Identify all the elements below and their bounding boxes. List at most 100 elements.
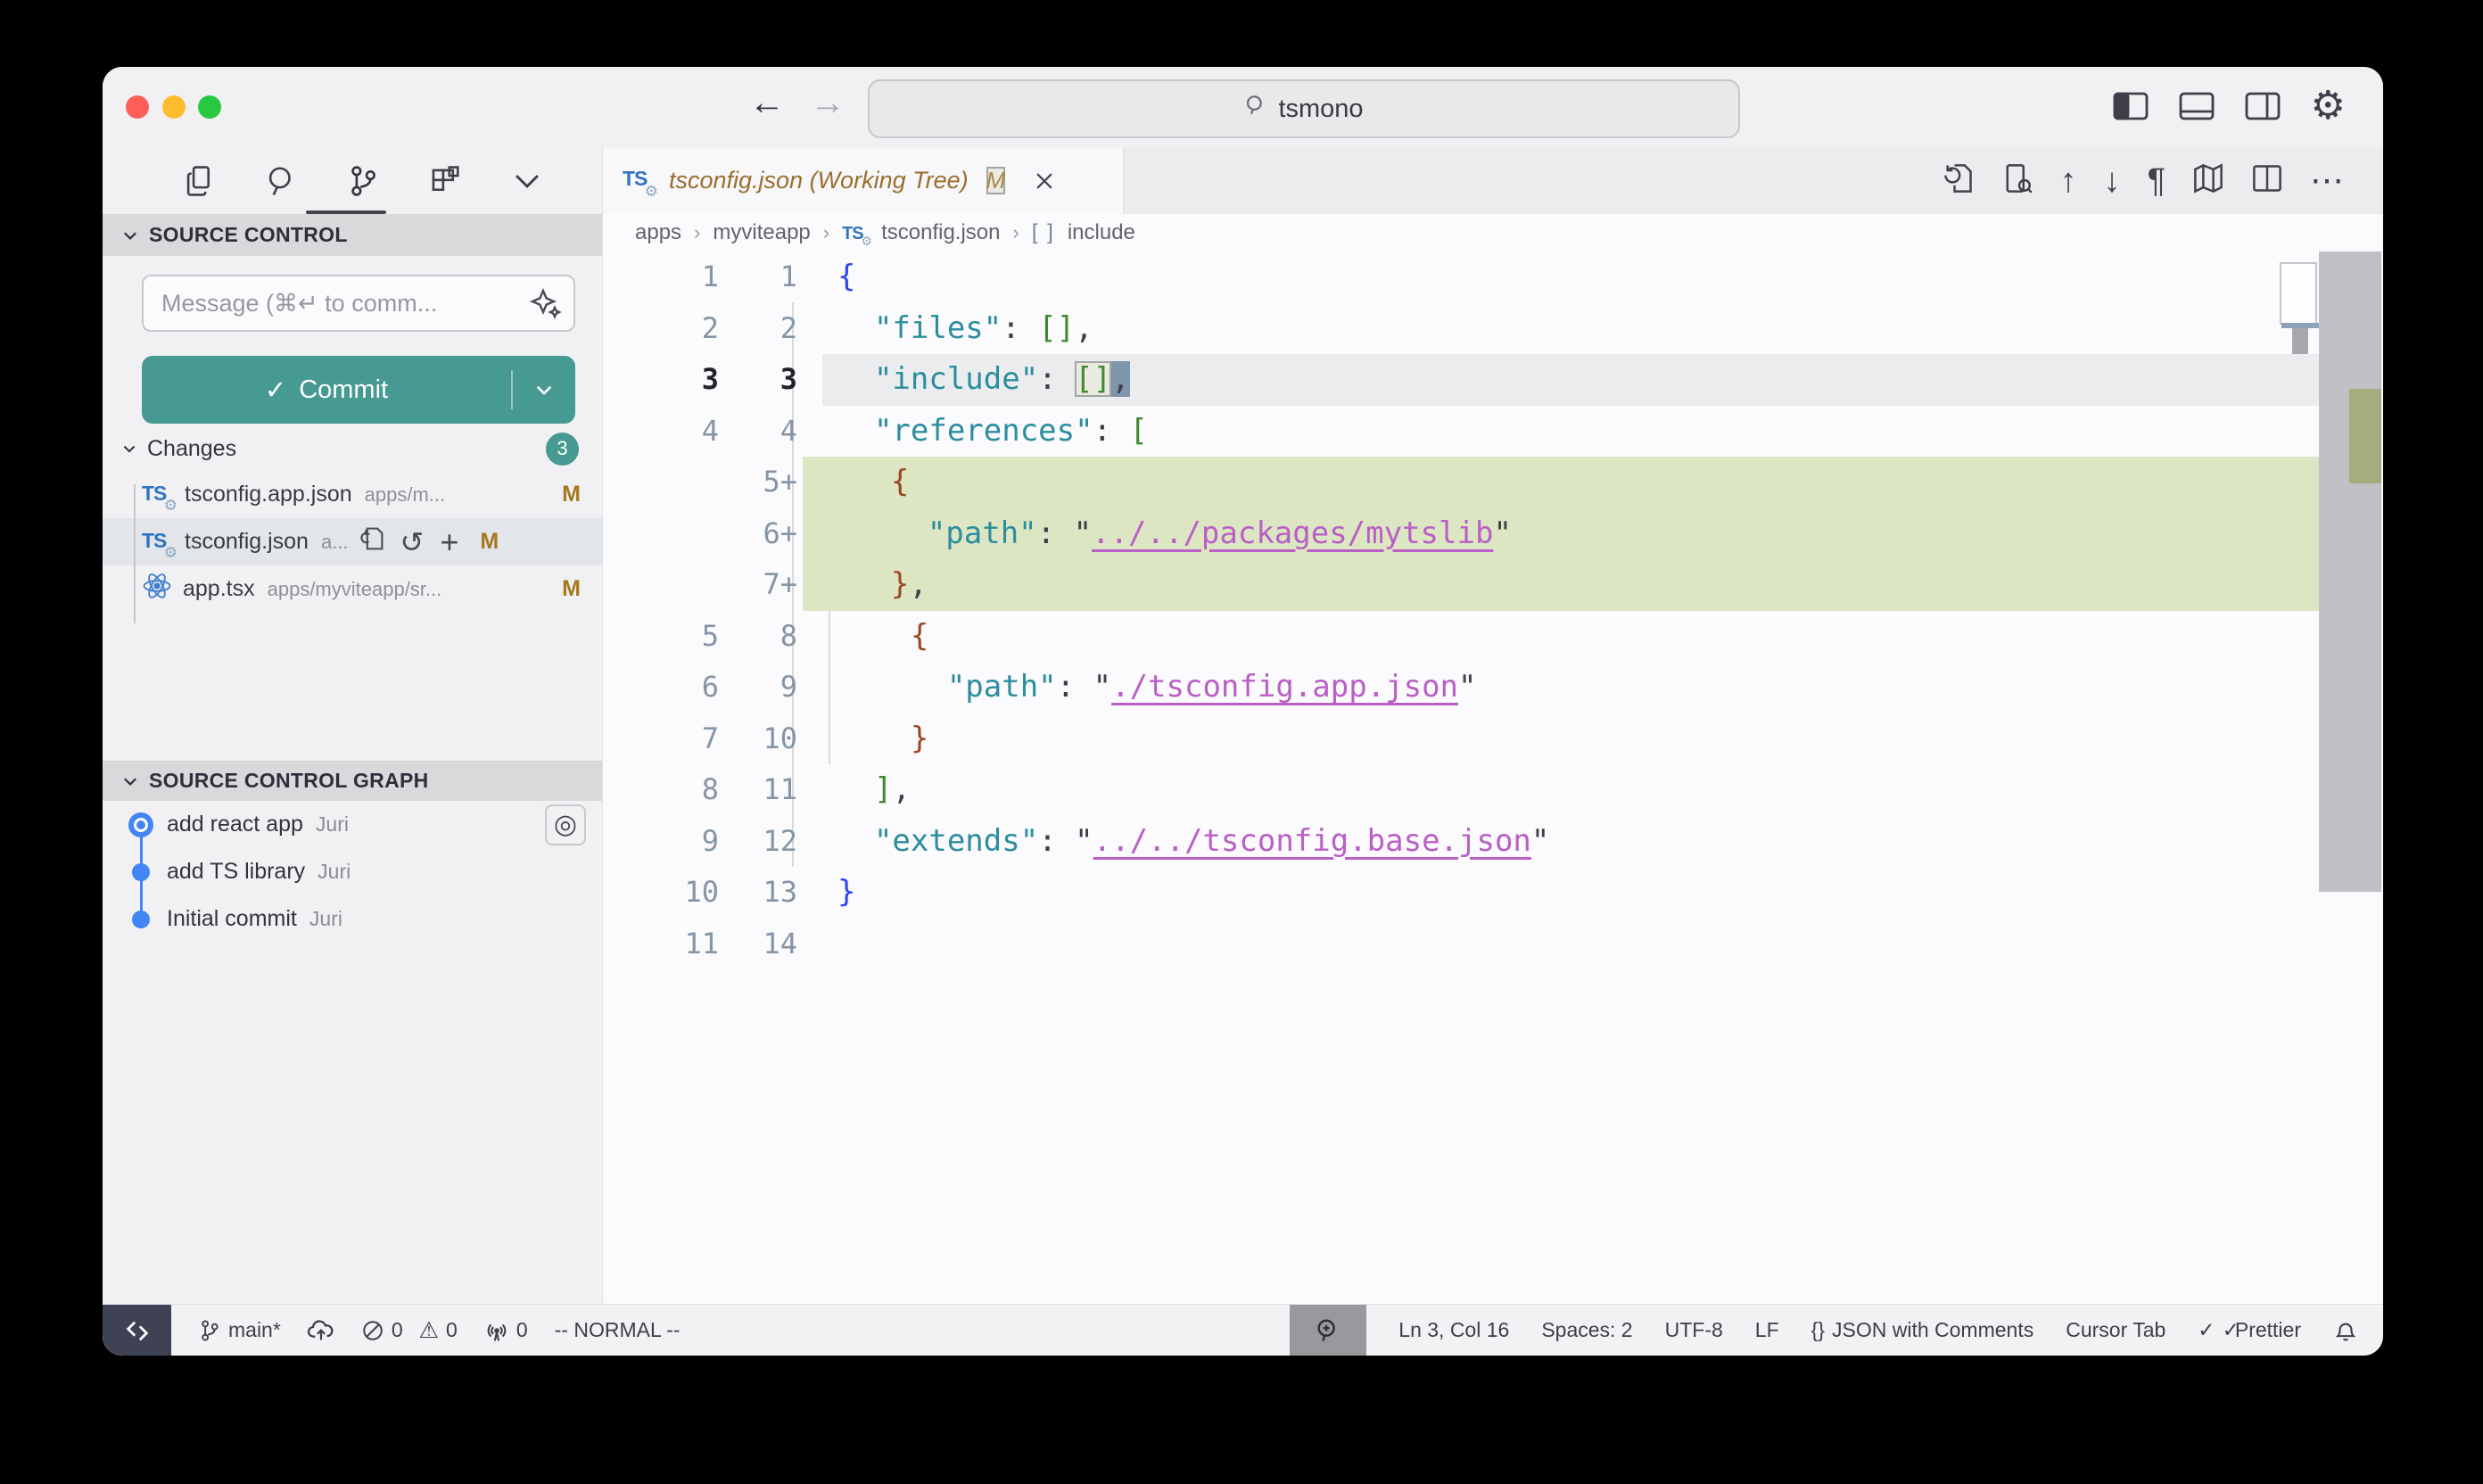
- notifications-bell[interactable]: [2333, 1318, 2358, 1343]
- line-number: 7: [603, 713, 726, 765]
- toggle-panel-icon[interactable]: [2179, 91, 2215, 121]
- commit-row-add-react-app[interactable]: add react app Juri ◎: [103, 801, 602, 848]
- chevron-down-icon: [532, 378, 556, 401]
- breadcrumb-item-tsconfig-json[interactable]: tsconfig.json: [881, 220, 1000, 245]
- formatter-item[interactable]: ✓✓ Prettier: [2198, 1318, 2301, 1342]
- goto-head-button[interactable]: ◎: [545, 804, 586, 845]
- code-token: :: [1038, 823, 1075, 859]
- code-token: ,: [1075, 310, 1093, 346]
- modified-badge: M: [562, 482, 581, 507]
- search-editor-icon[interactable]: [2001, 162, 2033, 199]
- toggle-primary-sidebar-icon[interactable]: [2113, 91, 2149, 121]
- indentation-item[interactable]: Spaces: 2: [1541, 1318, 1632, 1342]
- code-token: [: [1130, 413, 1148, 449]
- code-token: [837, 669, 947, 705]
- commit-message-input[interactable]: [142, 275, 575, 332]
- code-token: :: [1037, 515, 1074, 551]
- vscode-window: ← → tsmono ⚙: [103, 67, 2383, 1356]
- line-number: 11: [726, 764, 822, 816]
- minimap-icon[interactable]: [2192, 162, 2224, 199]
- split-editor-icon[interactable]: [2251, 162, 2283, 199]
- code-line: 7+ },: [603, 559, 2383, 611]
- code-line-text: {: [803, 457, 2319, 508]
- commit-author: Juri: [309, 907, 342, 931]
- line-number: 7+: [726, 559, 803, 611]
- toggle-secondary-sidebar-icon[interactable]: [2245, 91, 2281, 121]
- code-token: "include": [874, 361, 1038, 397]
- code-token: ../../packages/mytslib: [1092, 515, 1493, 551]
- more-actions-icon[interactable]: ⋯: [2310, 164, 2344, 198]
- file-name: app.tsx: [183, 576, 255, 602]
- code-token: ./tsconfig.app.json: [1111, 669, 1458, 705]
- breadcrumb-item-apps[interactable]: apps: [635, 220, 681, 245]
- commit-button-label: Commit: [299, 375, 388, 405]
- code-line-text: "include": [],: [822, 354, 2319, 406]
- sparkle-ai-icon[interactable]: [527, 285, 563, 326]
- branch-icon: [198, 1319, 221, 1342]
- publish-status-item[interactable]: [308, 1317, 334, 1344]
- problems-status-item[interactable]: 0 ⚠ 0: [361, 1317, 458, 1344]
- chevron-right-icon: ›: [694, 221, 700, 244]
- vim-mode-indicator[interactable]: -- NORMAL --: [555, 1318, 681, 1342]
- commit-row-initial-commit[interactable]: Initial commit Juri: [103, 895, 602, 943]
- render-whitespace-icon[interactable]: ¶: [2148, 164, 2165, 198]
- discard-changes-icon[interactable]: ↺: [400, 530, 425, 555]
- chevron-right-icon: ›: [823, 221, 829, 244]
- open-changes-icon[interactable]: [1943, 162, 1975, 199]
- command-center-search[interactable]: tsmono: [868, 79, 1740, 138]
- file-row-tsconfig-app-json[interactable]: TS⚙ tsconfig.app.json apps/m... M: [103, 471, 602, 518]
- previous-change-icon[interactable]: ↑: [2060, 164, 2077, 198]
- code-lines: 11{22 "files": [],33 "include": [],44 "r…: [603, 251, 2383, 969]
- file-row-tsconfig-json[interactable]: TS⚙ tsconfig.json a... ↺ + M: [103, 518, 602, 565]
- ports-status-item[interactable]: 0: [484, 1318, 528, 1343]
- minimize-traffic-light[interactable]: [162, 95, 186, 119]
- stage-changes-icon[interactable]: +: [440, 530, 458, 555]
- next-change-icon[interactable]: ↓: [2104, 164, 2121, 198]
- cursor-position-label: Ln 3, Col 16: [1398, 1318, 1509, 1342]
- close-traffic-light[interactable]: [126, 95, 149, 119]
- eol-label: LF: [1755, 1318, 1779, 1342]
- zoom-indicator[interactable]: [1290, 1305, 1366, 1356]
- code-token: {: [891, 464, 909, 499]
- code-line: 1114: [603, 919, 2383, 970]
- source-control-icon[interactable]: [343, 164, 383, 198]
- remote-indicator-button[interactable]: [103, 1305, 171, 1356]
- line-number: 13: [726, 867, 822, 919]
- editor-group: TS⚙ tsconfig.json (Working Tree) M ↑: [603, 147, 2383, 1304]
- commit-button[interactable]: ✓ Commit: [142, 356, 575, 424]
- open-file-icon[interactable]: [359, 526, 384, 557]
- tab-tsconfig-json-working-tree[interactable]: TS⚙ tsconfig.json (Working Tree) M: [603, 147, 1124, 214]
- language-label: JSON with Comments: [1832, 1318, 2033, 1342]
- code-token: []: [1075, 361, 1111, 397]
- tab-completion-item[interactable]: Cursor Tab: [2066, 1318, 2165, 1342]
- language-mode-item[interactable]: {} JSON with Comments: [1811, 1318, 2034, 1342]
- commit-dropdown-button[interactable]: [513, 378, 575, 401]
- source-control-graph-section-header[interactable]: SOURCE CONTROL GRAPH: [103, 761, 602, 801]
- explorer-icon[interactable]: [179, 164, 219, 198]
- tsconfig-icon: TS⚙: [142, 481, 174, 509]
- line-number: 12: [726, 816, 822, 868]
- cursor-position-item[interactable]: Ln 3, Col 16: [1398, 1318, 1509, 1342]
- file-row-app-tsx[interactable]: app.tsx apps/myviteapp/sr... M: [103, 565, 602, 613]
- breadcrumb-item-myviteapp[interactable]: myviteapp: [713, 220, 810, 245]
- code-editor[interactable]: 11{22 "files": [],33 "include": [],44 "r…: [603, 251, 2383, 1304]
- encoding-item[interactable]: UTF-8: [1665, 1318, 1723, 1342]
- line-number: [603, 559, 726, 611]
- forward-arrow-icon[interactable]: →: [810, 83, 846, 123]
- back-arrow-icon[interactable]: ←: [749, 83, 785, 123]
- eol-item[interactable]: LF: [1755, 1318, 1779, 1342]
- more-views-chevron-icon[interactable]: [507, 164, 547, 198]
- extensions-icon[interactable]: [425, 164, 465, 198]
- changes-section-header[interactable]: Changes 3: [103, 426, 602, 471]
- braces-icon: {}: [1811, 1318, 1825, 1342]
- line-number: 10: [726, 713, 822, 765]
- zoom-traffic-light[interactable]: [198, 95, 221, 119]
- tab-close-icon[interactable]: [1032, 169, 1057, 194]
- branch-status-item[interactable]: main*: [198, 1318, 281, 1342]
- breadcrumb-item-include[interactable]: include: [1068, 220, 1135, 245]
- search-view-icon[interactable]: [261, 164, 301, 198]
- file-path: apps/m...: [365, 483, 445, 507]
- commit-row-add-ts-library[interactable]: add TS library Juri: [103, 848, 602, 895]
- settings-gear-icon[interactable]: ⚙: [2311, 87, 2346, 126]
- source-control-section-header[interactable]: SOURCE CONTROL: [103, 214, 602, 256]
